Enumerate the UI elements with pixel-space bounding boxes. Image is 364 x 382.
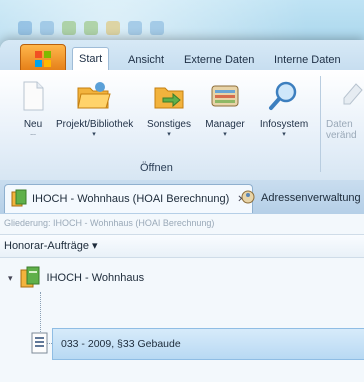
other-label: Sonstiges (147, 119, 191, 130)
application-window: Start Ansicht Externe Daten Interne Date… (0, 40, 364, 382)
doc-tab-addresses-label: Adressenverwaltung (261, 192, 361, 204)
new-document-icon (16, 80, 50, 115)
project-library-label: Projekt/Bibliothek (56, 119, 134, 130)
ribbon: Neu ... Projekt/Bibliothek ▾ Sonstiges ▾… (0, 70, 364, 181)
document-tabs: IHOCH - Wohnhaus (HOAI Berechnung) ✕ Adr… (0, 180, 364, 215)
manager-button[interactable]: Manager ▾ (202, 80, 248, 138)
settings-icon[interactable] (150, 21, 164, 35)
magnifier-icon (256, 80, 312, 115)
ribbon-group-separator (320, 76, 321, 172)
edit-data-icon (340, 80, 364, 115)
expand-icon[interactable]: ▾ (8, 273, 13, 284)
project-folder-icon (19, 265, 41, 292)
new-button-sub: ... (30, 130, 36, 137)
tree-node-child-selected[interactable]: 033 - 2009, §33 Gebaude (31, 328, 364, 360)
honorar-auftraege-dropdown[interactable]: Honorar-Aufträge ▾ (4, 239, 98, 252)
card-box-icon (202, 80, 248, 115)
address-book-icon (240, 189, 256, 208)
app-icon[interactable] (18, 21, 32, 35)
new-button[interactable]: Neu ... (16, 80, 50, 137)
doc-tab-hoai[interactable]: IHOCH - Wohnhaus (HOAI Berechnung) ✕ (4, 184, 253, 213)
redo-icon[interactable] (84, 21, 98, 35)
tab-externe-daten[interactable]: Externe Daten (178, 50, 260, 70)
ribbon-tab-row: Start Ansicht Externe Daten Interne Date… (0, 40, 364, 74)
folder-open-icon (56, 80, 132, 115)
tab-interne-daten[interactable]: Interne Daten (268, 50, 347, 70)
quick-access-toolbar (18, 16, 358, 40)
chevron-down-icon: ▾ (92, 131, 96, 138)
print-icon[interactable] (128, 21, 142, 35)
ribbon-group-label-open: Öffnen (140, 162, 173, 174)
infosystem-button[interactable]: Infosystem ▾ (256, 80, 312, 138)
manager-label: Manager (205, 119, 245, 130)
save-icon[interactable] (40, 21, 54, 35)
data-change-button[interactable]: Daten veränd (326, 80, 364, 141)
chevron-down-icon: ▾ (167, 131, 171, 138)
folder-arrow-icon (144, 80, 194, 115)
data-change-sub: veränd (326, 130, 357, 141)
document-list-icon (31, 332, 49, 357)
chevron-down-icon: ▾ (282, 131, 286, 138)
main-content: Gliederung: IHOCH - Wohnhaus (HOAI Berec… (0, 214, 364, 382)
windows-logo-icon (35, 51, 51, 67)
data-change-label: Daten (326, 119, 353, 130)
tree-node-root[interactable]: ▾ IHOCH - Wohnhaus (8, 264, 144, 292)
project-icon (11, 189, 27, 210)
infosystem-label: Infosystem (259, 119, 309, 130)
edit-icon[interactable] (106, 21, 120, 35)
tree-node-root-label: IHOCH - Wohnhaus (46, 272, 145, 284)
tree-node-child-label: 033 - 2009, §33 Gebaude (61, 338, 181, 350)
doc-tab-hoai-label: IHOCH - Wohnhaus (HOAI Berechnung) (32, 193, 230, 205)
breadcrumb: Gliederung: IHOCH - Wohnhaus (HOAI Berec… (4, 218, 215, 228)
undo-icon[interactable] (62, 21, 76, 35)
tab-start[interactable]: Start (72, 47, 110, 71)
project-library-button[interactable]: Projekt/Bibliothek ▾ (56, 80, 134, 138)
doc-tab-addresses[interactable]: Adressenverwaltung (240, 184, 361, 212)
chevron-down-icon: ▾ (223, 131, 227, 138)
new-button-label: Neu (23, 119, 43, 130)
other-button[interactable]: Sonstiges ▾ (144, 80, 194, 138)
tab-ansicht[interactable]: Ansicht (122, 50, 170, 70)
filter-bar: Honorar-Aufträge ▾ (0, 234, 364, 258)
